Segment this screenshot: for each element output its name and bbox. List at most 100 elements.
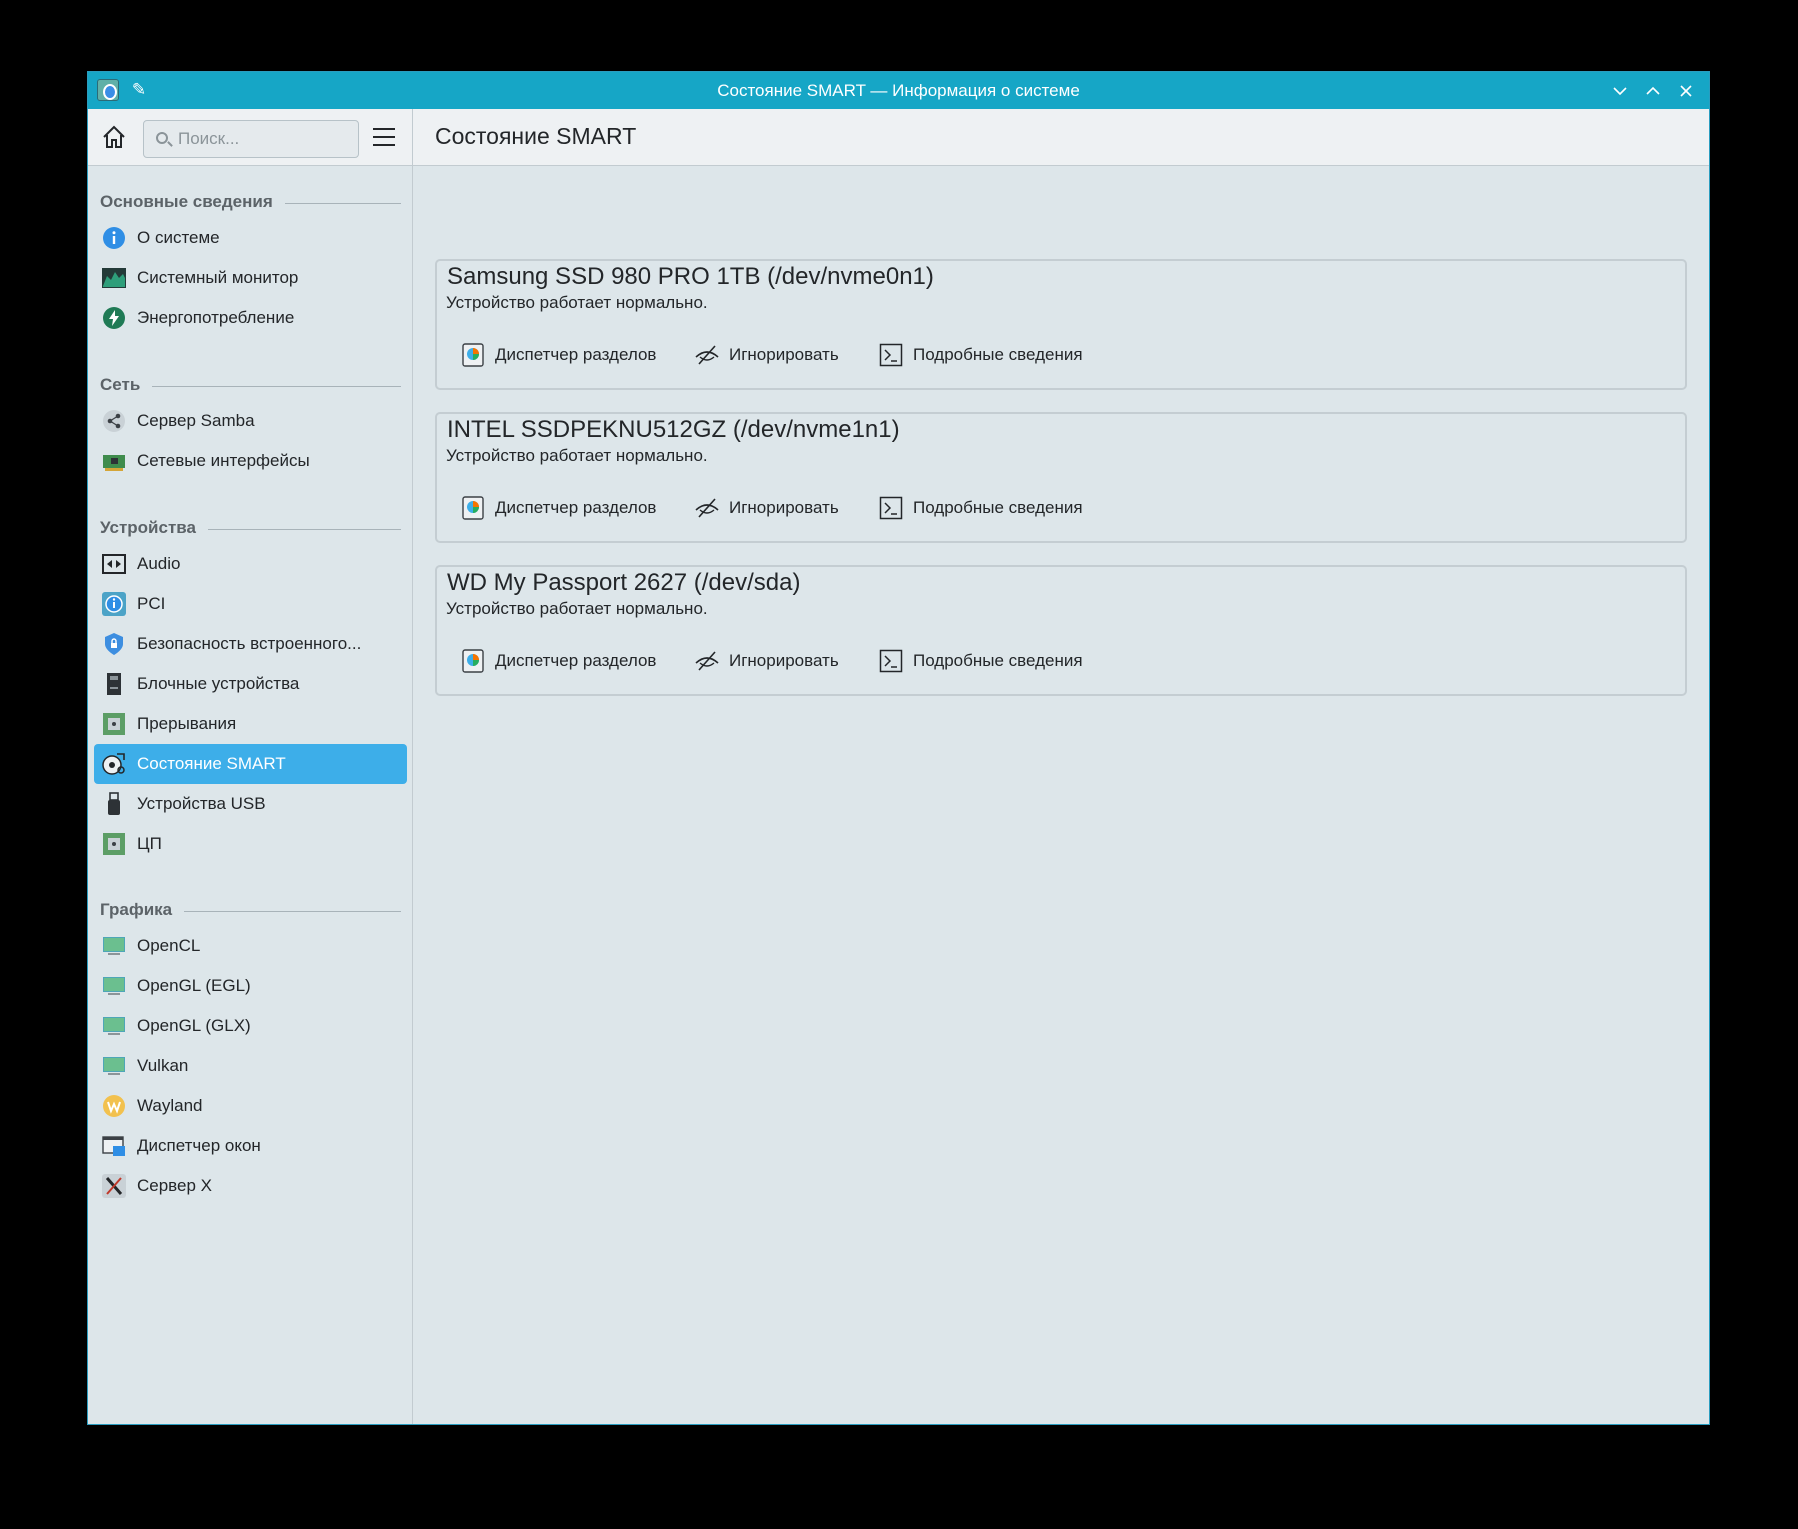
details-button[interactable]: Подробные сведения <box>879 340 1083 370</box>
hidden-eye-icon <box>695 651 719 671</box>
section-label: Графика <box>100 900 185 920</box>
ignore-button[interactable]: Игнорировать <box>695 493 839 523</box>
sidebar-item-cpu[interactable]: ЦП <box>94 824 407 864</box>
display-icon <box>103 977 125 995</box>
close-icon <box>1680 85 1692 97</box>
sidebar-item-label: Сетевые интерфейсы <box>137 451 310 470</box>
sidebar-item-opengl-glx[interactable]: OpenGL (GLX) <box>94 1006 407 1046</box>
disk-name: WD My Passport 2627 (/dev/sda) <box>447 569 801 596</box>
sidebar-item-x-server[interactable]: Сервер X <box>94 1166 407 1206</box>
section-header-graphics: Графика <box>88 890 413 930</box>
x-server-icon <box>102 1174 126 1198</box>
menu-icon-line <box>373 144 395 146</box>
sidebar-item-label: Системный монитор <box>137 268 299 287</box>
hidden-eye-icon <box>695 498 719 518</box>
sidebar-item-energy[interactable]: Энергопотребление <box>94 298 407 338</box>
sidebar-item-label: Безопасность встроенного... <box>137 634 362 653</box>
sidebar-item-label: OpenCL <box>137 936 201 955</box>
sidebar-item-label: OpenGL (GLX) <box>137 1016 251 1035</box>
partition-manager-label: Диспетчер разделов <box>495 498 657 517</box>
sidebar: Основные сведения О системе Системный мо… <box>88 166 413 1424</box>
sidebar-item-vulkan[interactable]: Vulkan <box>94 1046 407 1086</box>
window-manager-icon <box>102 1136 125 1156</box>
interrupts-icon <box>103 713 125 735</box>
search-input[interactable] <box>178 121 354 157</box>
sidebar-item-usb[interactable]: Устройства USB <box>94 784 407 824</box>
disk-status: Устройство работает нормально. <box>446 293 708 312</box>
sidebar-item-label: Сервер X <box>137 1176 212 1195</box>
partition-manager-button[interactable]: Диспетчер разделов <box>461 340 656 370</box>
partition-manager-button[interactable]: Диспетчер разделов <box>461 493 656 523</box>
sidebar-item-interrupts[interactable]: Прерывания <box>94 704 407 744</box>
shield-icon <box>105 633 123 655</box>
home-button[interactable] <box>100 123 128 151</box>
details-label: Подробные сведения <box>913 651 1083 670</box>
sidebar-item-samba[interactable]: Сервер Samba <box>94 401 407 441</box>
details-label: Подробные сведения <box>913 345 1083 364</box>
section-header-basic: Основные сведения <box>88 182 413 222</box>
sidebar-item-label: Сервер Samba <box>137 411 255 430</box>
sidebar-item-smart-status[interactable]: Состояние SMART <box>94 744 407 784</box>
partition-manager-label: Диспетчер разделов <box>495 651 657 670</box>
disk-status: Устройство работает нормально. <box>446 446 708 465</box>
display-icon <box>103 1057 125 1075</box>
details-label: Подробные сведения <box>913 498 1083 517</box>
menu-icon-line <box>373 128 395 130</box>
pci-icon <box>102 592 126 616</box>
sidebar-item-block-devices[interactable]: Блочные устройства <box>94 664 407 704</box>
hidden-eye-icon <box>695 345 719 365</box>
sidebar-item-label: Прерывания <box>137 714 237 733</box>
close-button[interactable] <box>1673 78 1699 104</box>
sidebar-item-opencl[interactable]: OpenCL <box>94 926 407 966</box>
info-icon <box>103 227 125 249</box>
sidebar-item-label: Wayland <box>137 1096 203 1115</box>
details-button[interactable]: Подробные сведения <box>879 493 1083 523</box>
sidebar-item-firmware-security[interactable]: Безопасность встроенного... <box>94 624 407 664</box>
maximize-button[interactable] <box>1640 78 1666 104</box>
terminal-icon <box>879 649 903 673</box>
terminal-icon <box>879 496 903 520</box>
display-icon <box>103 937 125 955</box>
sidebar-item-label: Состояние SMART <box>137 754 286 773</box>
search-icon <box>156 132 168 144</box>
titlebar: ✎ Состояние SMART — Информация о системе <box>88 72 1709 109</box>
display-icon <box>103 1017 125 1035</box>
sidebar-item-system-monitor[interactable]: Системный монитор <box>94 258 407 298</box>
audio-icon <box>102 554 126 574</box>
partition-manager-label: Диспетчер разделов <box>495 345 657 364</box>
hamburger-menu-button[interactable] <box>372 126 396 148</box>
usb-icon <box>108 792 120 815</box>
block-device-icon <box>107 673 121 695</box>
sidebar-item-label: Vulkan <box>137 1056 189 1075</box>
app-window: ✎ Состояние SMART — Информация о системе <box>87 71 1710 1425</box>
wayland-icon <box>103 1095 125 1117</box>
chevron-up-icon <box>1646 86 1660 95</box>
sidebar-item-pci[interactable]: PCI <box>94 584 407 624</box>
section-label: Устройства <box>100 518 208 538</box>
sidebar-item-network-interfaces[interactable]: Сетевые интерфейсы <box>94 441 407 481</box>
sidebar-item-wayland[interactable]: Wayland <box>94 1086 407 1126</box>
cpu-icon <box>103 833 125 855</box>
ignore-button[interactable]: Игнорировать <box>695 646 839 676</box>
energy-icon <box>103 307 125 329</box>
search-field[interactable] <box>143 120 359 158</box>
ignore-label: Игнорировать <box>729 498 839 517</box>
disk-name: INTEL SSDPEKNU512GZ (/dev/nvme1n1) <box>447 416 900 443</box>
sidebar-item-window-manager[interactable]: Диспетчер окон <box>94 1126 407 1166</box>
section-header-devices: Устройства <box>88 508 413 548</box>
sidebar-item-opengl-egl[interactable]: OpenGL (EGL) <box>94 966 407 1006</box>
ignore-label: Игнорировать <box>729 651 839 670</box>
details-button[interactable]: Подробные сведения <box>879 646 1083 676</box>
window-title: Состояние SMART — Информация о системе <box>717 81 1080 100</box>
disk-card: WD My Passport 2627 (/dev/sda) Устройств… <box>435 565 1687 696</box>
ignore-button[interactable]: Игнорировать <box>695 340 839 370</box>
partition-manager-icon <box>462 649 484 673</box>
minimize-button[interactable] <box>1607 78 1633 104</box>
menu-icon-line <box>373 136 395 138</box>
home-icon <box>103 125 125 148</box>
sidebar-item-about-system[interactable]: О системе <box>94 218 407 258</box>
partition-manager-button[interactable]: Диспетчер разделов <box>461 646 656 676</box>
sidebar-item-label: Блочные устройства <box>137 674 300 693</box>
smart-status-icon <box>102 753 125 775</box>
sidebar-item-audio[interactable]: Audio <box>94 544 407 584</box>
